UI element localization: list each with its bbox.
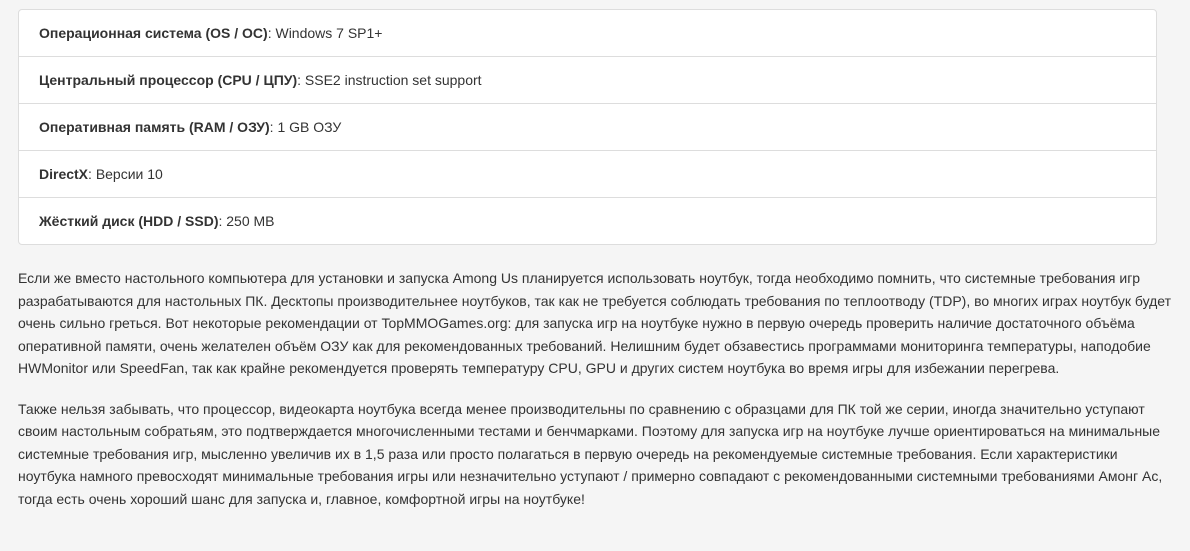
system-requirements-list: Операционная система (OS / ОС): Windows … (18, 9, 1157, 245)
requirement-ram: Оперативная память (RAM / ОЗУ): 1 GB ОЗУ (19, 104, 1156, 151)
requirement-value: 250 MB (226, 213, 275, 229)
requirement-storage: Жёсткий диск (HDD / SSD): 250 MB (19, 198, 1156, 244)
requirement-label: Оперативная память (RAM / ОЗУ) (39, 119, 270, 135)
requirement-separator: : (297, 72, 305, 88)
requirement-value: Версии 10 (95, 166, 163, 182)
requirement-value: SSE2 instruction set support (304, 72, 482, 88)
requirement-os: Операционная система (OS / ОС): Windows … (19, 10, 1156, 57)
requirement-label: Операционная система (OS / ОС) (39, 25, 268, 41)
requirement-value: Windows 7 SP1+ (275, 25, 383, 41)
requirement-label: Жёсткий диск (HDD / SSD) (39, 213, 219, 229)
laptop-advice-paragraph: Если же вместо настольного компьютера дл… (18, 270, 1172, 376)
article-body: Если же вместо настольного компьютера дл… (18, 267, 1178, 528)
requirement-value: 1 GB ОЗУ (277, 119, 342, 135)
requirement-cpu: Центральный процессор (CPU / ЦПУ): SSE2 … (19, 57, 1156, 104)
requirement-separator: : (88, 166, 96, 182)
requirement-label: Центральный процессор (CPU / ЦПУ) (39, 72, 298, 88)
requirement-directx: DirectX: Версии 10 (19, 151, 1156, 198)
requirement-label: DirectX (39, 166, 89, 182)
laptop-performance-paragraph: Также нельзя забывать, что процессор, ви… (18, 400, 1163, 507)
